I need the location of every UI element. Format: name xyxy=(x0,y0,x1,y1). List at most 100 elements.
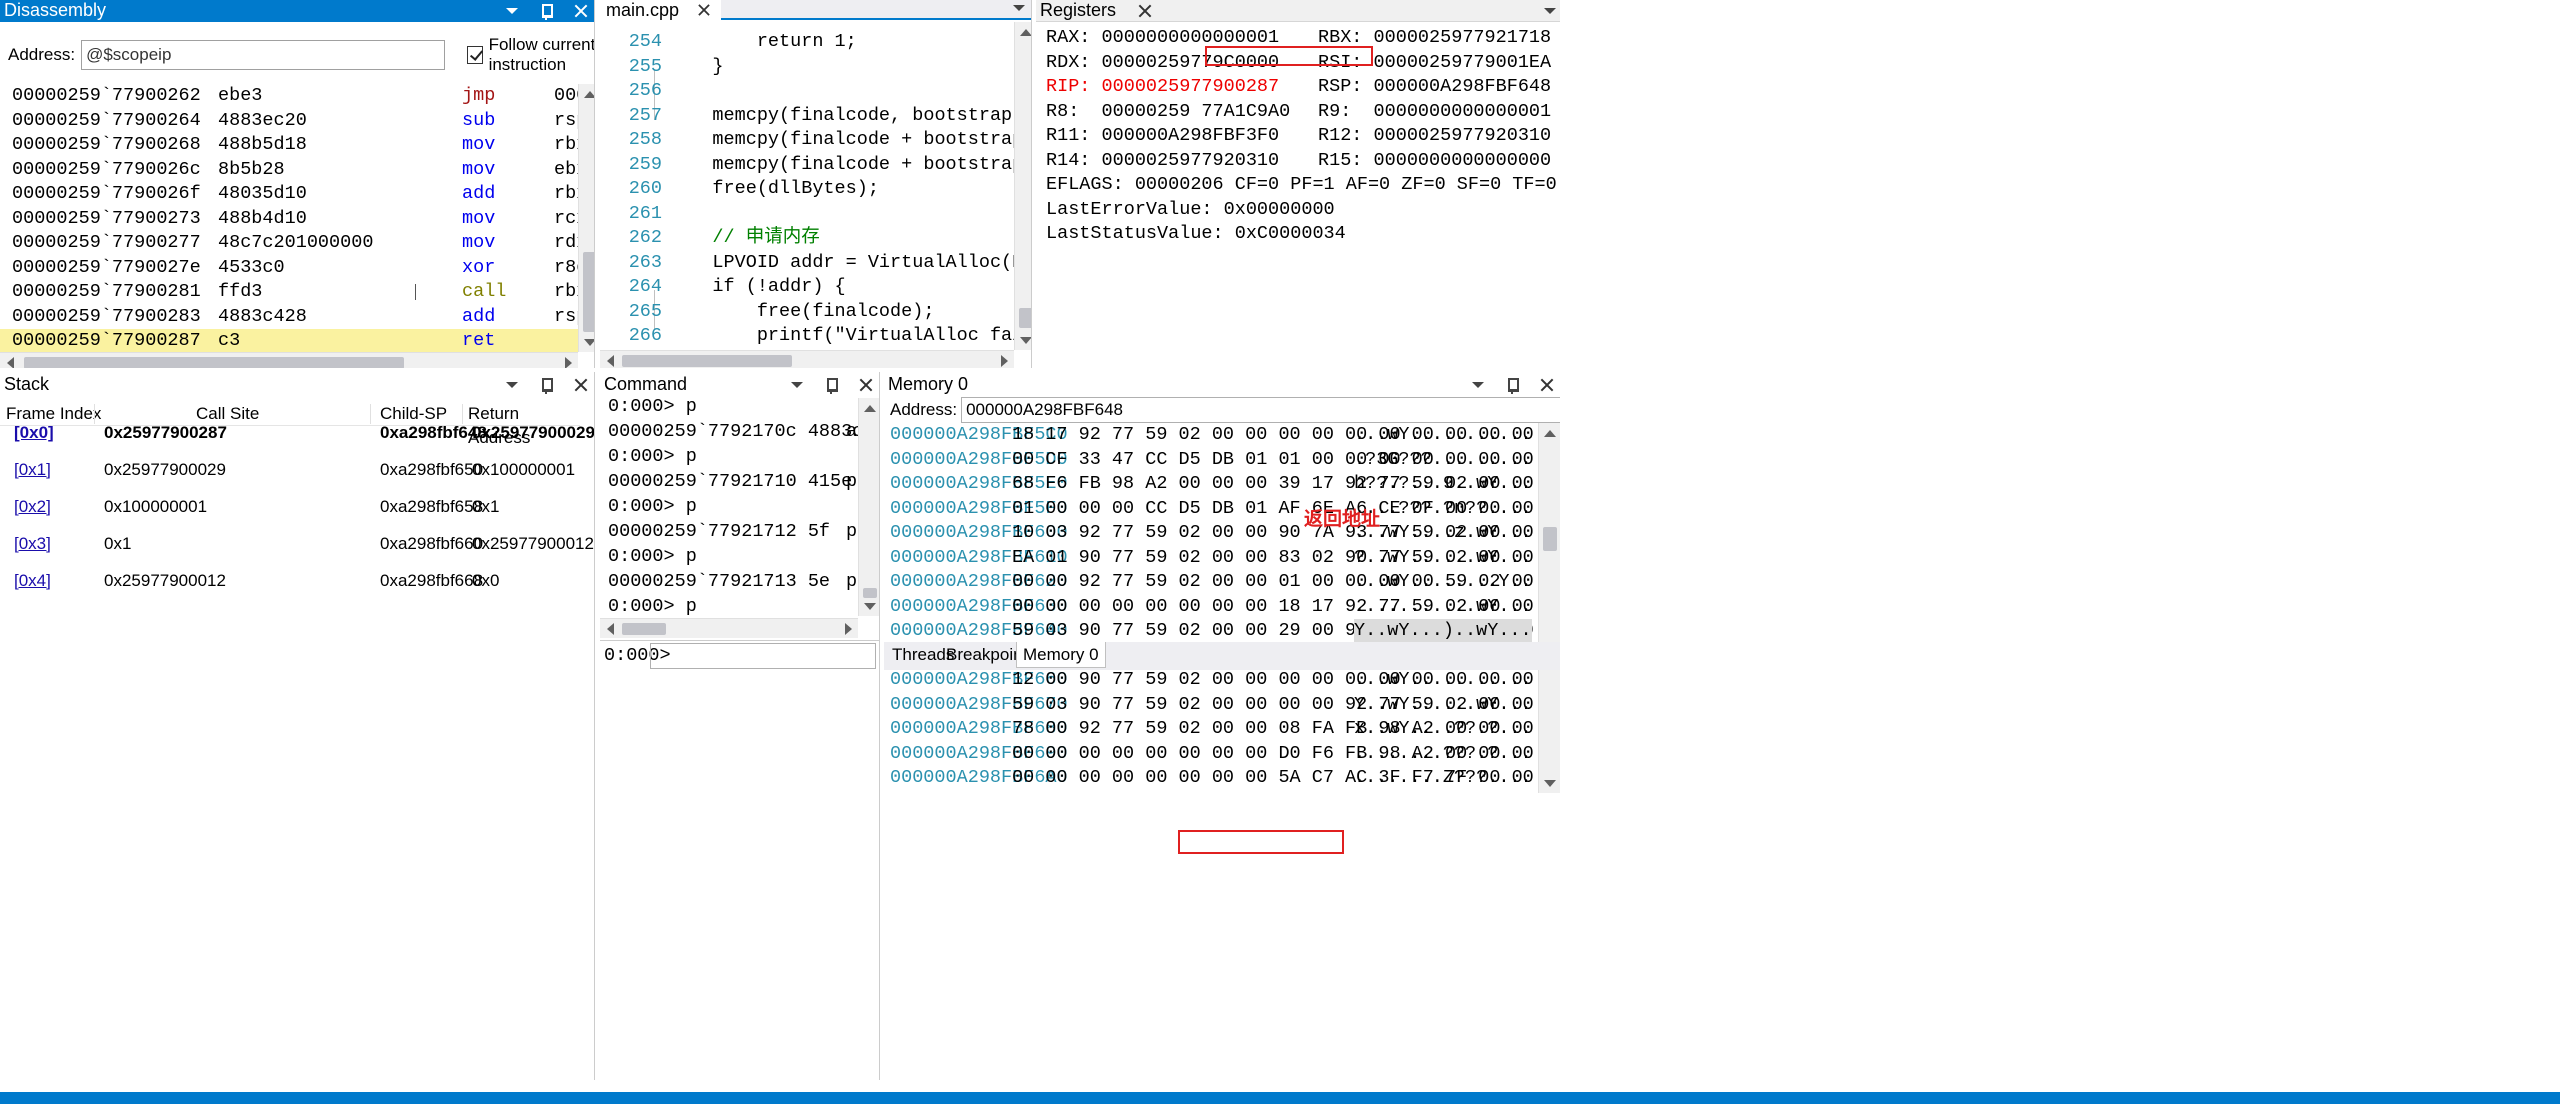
editor-vscroll[interactable] xyxy=(1014,22,1031,350)
scroll-right-icon[interactable] xyxy=(1000,354,1008,367)
memory-address-input[interactable]: 000000A298FBF648 xyxy=(961,397,1560,423)
dropdown-icon[interactable] xyxy=(791,382,803,388)
disasm-line[interactable]: 00000259`7790027e4533c0xorr8d, r8d xyxy=(0,256,594,281)
scroll-left-icon[interactable] xyxy=(606,622,614,635)
scroll-up-icon[interactable] xyxy=(863,404,876,412)
pin-icon[interactable] xyxy=(1504,377,1520,394)
code-line[interactable]: 255 } xyxy=(600,55,1010,80)
disasm-line[interactable]: 00000259`77900273488b4d10movrcx, qword p… xyxy=(0,207,594,232)
command-hscroll[interactable] xyxy=(600,618,858,638)
editor-hscroll[interactable] xyxy=(600,350,1014,368)
scroll-thumb[interactable] xyxy=(1019,308,1031,328)
tab-memory-0[interactable]: Memory 0 xyxy=(1016,642,1106,668)
memory-line[interactable]: 000000A298FBF5E0 68 F6 FB 98 A2 00 00 00 … xyxy=(890,472,1540,497)
dropdown-icon[interactable] xyxy=(1544,8,1556,14)
memory-line[interactable]: 000000A298FBF6A0 00 00 00 00 00 00 00 00 … xyxy=(890,766,1540,790)
stack-row[interactable]: [0x2] 0x100000001 0xa298fbf658 0x1 xyxy=(0,488,580,525)
close-icon[interactable] xyxy=(698,4,711,17)
disasm-line[interactable]: 00000259`77900268488b5d18movrbx, qword p… xyxy=(0,133,594,158)
scroll-right-icon[interactable] xyxy=(844,622,852,635)
stack-row[interactable]: [0x1] 0x25977900029 0xa298fbf650 0x10000000… xyxy=(0,451,580,488)
disassembly-vscroll[interactable] xyxy=(578,84,594,352)
frame-index-link[interactable]: [0x3] xyxy=(14,525,51,562)
memory-line[interactable]: 000000A298FBF620 00 00 92 77 59 02 00 00 … xyxy=(890,570,1540,595)
scroll-thumb[interactable] xyxy=(1543,527,1557,551)
registers-title[interactable]: Registers xyxy=(1040,0,1116,20)
memory-line[interactable]: 000000A298FBF5C0 18 17 92 77 59 02 00 00 … xyxy=(890,423,1540,448)
code-line[interactable]: 259 memcpy(finalcode + bootstrapSize + r… xyxy=(600,153,1031,178)
memory-line[interactable]: 000000A298FBF600 10 03 92 77 59 02 00 00 … xyxy=(890,521,1540,546)
disasm-line[interactable]: 00000259`779002644883ec20subrsp, 20h xyxy=(0,109,594,134)
pin-icon[interactable] xyxy=(823,377,839,394)
memory-dump[interactable]: 000000A298FBF5C0 18 17 92 77 59 02 00 00 … xyxy=(890,423,1540,790)
stack-row[interactable]: [0x4] 0x25977900012 0xa298fbf668 0x0 xyxy=(0,562,580,599)
scroll-down-icon[interactable] xyxy=(1019,336,1031,344)
close-icon[interactable] xyxy=(574,378,588,392)
code-line[interactable]: 263 LPVOID addr = VirtualAlloc(NULL, fin… xyxy=(600,251,1031,276)
frame-index-link[interactable]: [0x4] xyxy=(14,562,51,599)
memory-line[interactable]: 000000A298FBF660 12 00 90 77 59 02 00 00 … xyxy=(890,668,1540,693)
disasm-line[interactable]: 00000259`77900281 ffd3 call rbx xyxy=(0,280,587,305)
address-input[interactable] xyxy=(81,40,446,70)
command-input[interactable] xyxy=(650,643,876,669)
memory-line[interactable]: 000000A298FBF670 59 03 90 77 59 02 00 00 … xyxy=(890,693,1540,718)
frame-index-link[interactable]: [0x2] xyxy=(14,488,51,525)
disasm-line[interactable]: 00000259`77900262ebe3jmp0000025977900247 xyxy=(0,84,594,109)
code-line[interactable]: 265 free(finalcode); xyxy=(600,300,1010,325)
code-line[interactable]: 264 if (!addr) { xyxy=(600,275,1010,300)
command-vscroll[interactable] xyxy=(858,398,879,616)
close-icon[interactable] xyxy=(574,4,588,18)
stack-row[interactable]: [0x3] 0x1 0xa298fbf660 0x25977900012 xyxy=(0,525,594,562)
scroll-down-icon[interactable] xyxy=(1543,779,1556,787)
scroll-thumb[interactable] xyxy=(622,623,666,635)
pin-icon[interactable] xyxy=(538,3,554,20)
code-line[interactable]: 254 return 1; xyxy=(600,30,1010,55)
code-line[interactable]: 262 // 申请内存 xyxy=(600,226,1010,251)
stack-row[interactable]: [0x0] 0x25977900287 0xa298fbf648 0x25977900… xyxy=(0,414,594,451)
dropdown-icon[interactable] xyxy=(506,8,518,14)
pin-icon[interactable] xyxy=(538,377,554,394)
scroll-left-icon[interactable] xyxy=(606,354,614,367)
disassembly-hscroll[interactable] xyxy=(0,352,578,368)
disasm-line[interactable]: 00000259`7790027748c7c201000000movrdx, 1 xyxy=(0,231,594,256)
dropdown-icon[interactable] xyxy=(506,382,518,388)
memory-line[interactable]: 000000A298FBF610 EA 01 90 77 59 02 00 00 … xyxy=(890,546,1540,571)
close-icon[interactable] xyxy=(1540,378,1554,392)
code-line[interactable]: 256 xyxy=(600,79,1010,104)
memory-line[interactable]: 000000A298FBF690 00 00 00 00 00 00 00 00 … xyxy=(890,742,1540,767)
frame-index-link[interactable]: [0x1] xyxy=(14,451,51,488)
scroll-down-icon[interactable] xyxy=(863,602,876,610)
scroll-thumb[interactable] xyxy=(24,357,404,368)
code-line[interactable]: 260 free(dllBytes); xyxy=(600,177,1010,202)
memory-line[interactable]: 000000A298FBF630 00 00 00 00 00 00 00 00 … xyxy=(890,595,1540,620)
dropdown-icon[interactable] xyxy=(1472,382,1484,388)
disassembly-listing[interactable]: 00000259`77900262ebe3jmp0000025977900247… xyxy=(0,84,594,368)
code-line[interactable]: 258 memcpy(finalcode + bootstrapSize, rd… xyxy=(600,128,1031,153)
memory-line[interactable]: 000000A298FBF640 59 03 90 77 59 02 00 00 … xyxy=(890,619,1540,644)
source-code[interactable]: 254 return 1; 255 } 256 257 memcpy(finalcod… xyxy=(600,30,1031,368)
memory-line[interactable]: 000000A298FBF5F0 01 00 00 00 CC D5 DB 01 … xyxy=(890,497,1540,522)
frame-index-link[interactable]: [0x0] xyxy=(14,414,54,451)
scroll-right-icon[interactable] xyxy=(564,356,572,368)
follow-checkbox[interactable] xyxy=(467,46,483,64)
code-line[interactable]: 257 memcpy(finalcode, bootstrap, bootstr… xyxy=(600,104,1024,129)
code-line[interactable]: 266 printf("VirtualAlloc failed: %d\n", … xyxy=(600,324,1031,349)
scroll-down-icon[interactable] xyxy=(583,338,594,346)
disasm-line[interactable]: 00000259`7790026c8b5b28movebx, dword ptr… xyxy=(0,158,594,183)
memory-line[interactable]: 000000A298FBF5D0 00 CF 33 47 CC D5 DB 01 … xyxy=(890,448,1540,473)
scroll-left-icon[interactable] xyxy=(6,356,14,368)
disasm-line[interactable]: 00000259`7790026f48035d10addrbx, qword p… xyxy=(0,182,594,207)
memory-vscroll[interactable] xyxy=(1538,423,1560,793)
scroll-up-icon[interactable] xyxy=(583,90,594,98)
scroll-thumb[interactable] xyxy=(622,355,792,367)
disasm-line[interactable]: 00000259`77900287 c3 ret xyxy=(0,329,578,354)
disasm-line[interactable]: 00000259`779002834883c428addrsp, 28h xyxy=(0,305,594,330)
code-line[interactable]: 261 xyxy=(600,202,1010,227)
memory-line[interactable]: 000000A298FBF680 78 00 92 77 59 02 00 00 … xyxy=(890,717,1540,742)
scroll-up-icon[interactable] xyxy=(1019,28,1031,36)
dropdown-icon[interactable] xyxy=(1013,5,1025,11)
close-icon[interactable] xyxy=(1138,4,1152,18)
scroll-thumb[interactable] xyxy=(583,252,594,332)
close-icon[interactable] xyxy=(859,378,873,392)
tab-main-cpp[interactable]: main.cpp xyxy=(600,0,722,20)
